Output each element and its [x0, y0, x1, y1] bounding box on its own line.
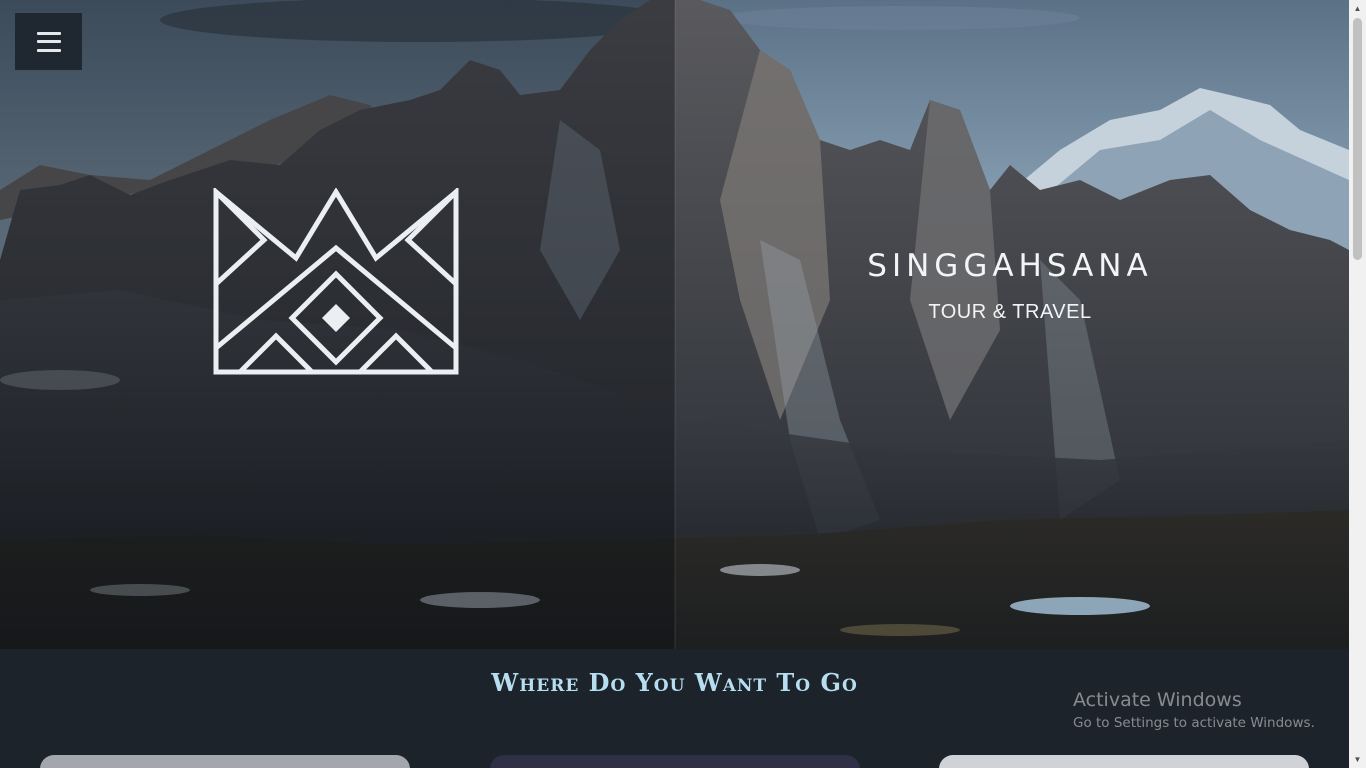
scroll-up-arrow-icon[interactable]: ▲ — [1349, 0, 1366, 17]
destination-card[interactable] — [939, 755, 1309, 768]
hero-divider — [674, 0, 676, 649]
crown-triangle-logo — [213, 188, 459, 375]
brand-block: SINGGAHSANA TOUR & TRAVEL — [840, 248, 1180, 324]
watermark-title: Activate Windows — [1073, 689, 1242, 711]
scrollbar-thumb[interactable] — [1353, 18, 1362, 260]
scroll-down-arrow-icon[interactable]: ▼ — [1349, 751, 1366, 768]
page-scrollbar[interactable]: ▲ ▼ — [1349, 0, 1366, 768]
destination-card[interactable] — [40, 755, 410, 768]
activate-windows-watermark: Activate Windows Go to Settings to activ… — [1073, 689, 1315, 731]
page: SINGGAHSANA TOUR & TRAVEL Where Do You W… — [0, 0, 1349, 768]
hamburger-menu-icon — [36, 31, 61, 52]
brand-name: SINGGAHSANA — [867, 248, 1153, 284]
hamburger-menu-button[interactable] — [15, 13, 82, 70]
watermark-subtitle: Go to Settings to activate Windows. — [1073, 715, 1315, 731]
hero-section: SINGGAHSANA TOUR & TRAVEL — [0, 0, 1349, 649]
destination-card[interactable] — [490, 755, 860, 768]
brand-tagline: TOUR & TRAVEL — [928, 301, 1092, 323]
